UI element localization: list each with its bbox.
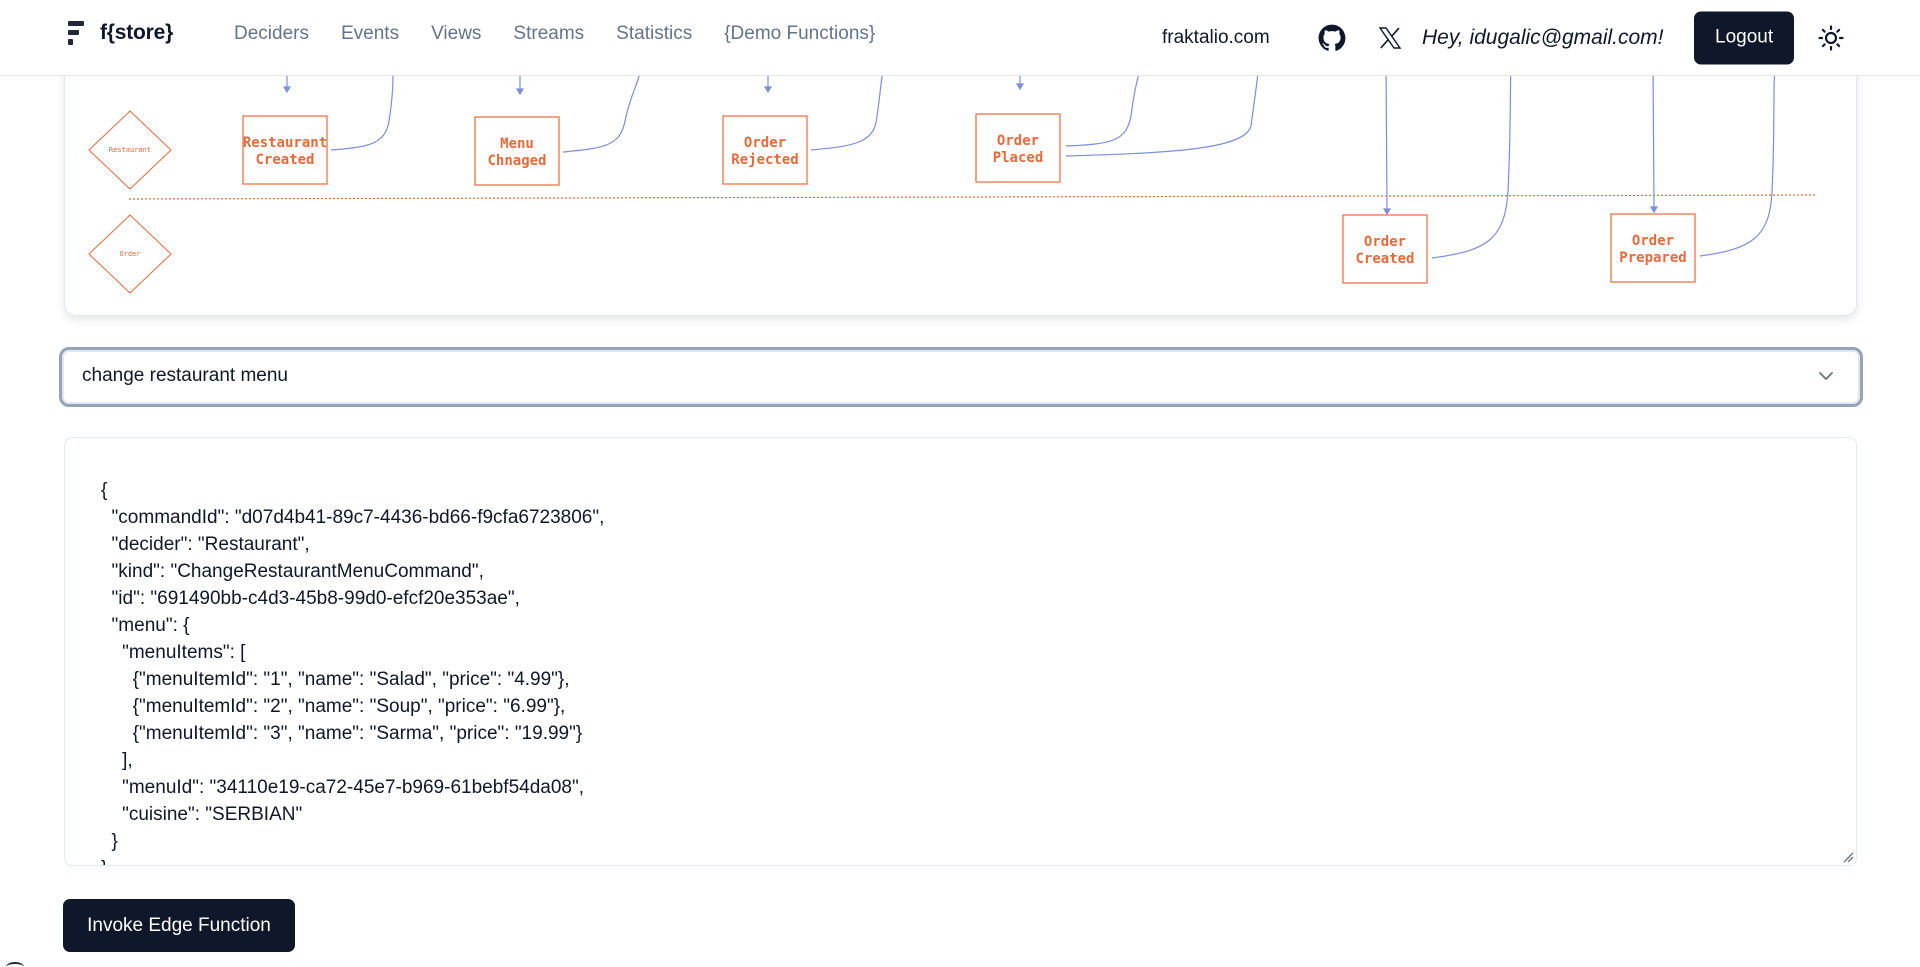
event-box: OrderPrepared <box>1610 213 1696 283</box>
lane-order: Order <box>88 214 172 294</box>
event-to-view-curve <box>330 70 394 151</box>
event-label: Prepared <box>1619 250 1686 266</box>
event-to-view-curve <box>1431 63 1512 259</box>
brand-home-link[interactable]: f{store} <box>68 20 173 46</box>
event-label: Created <box>1355 251 1414 267</box>
event-box: RestaurantCreated <box>242 115 328 185</box>
event-box: OrderPlaced <box>975 113 1061 183</box>
fraktalio-link[interactable]: fraktalio.com <box>1162 27 1270 49</box>
github-icon[interactable] <box>1318 24 1346 52</box>
event-box: OrderRejected <box>722 115 808 185</box>
event-label: Menu <box>500 136 534 152</box>
logout-button[interactable]: Logout <box>1694 11 1795 64</box>
event-label: Created <box>255 152 314 168</box>
event-to-view-curve <box>1065 65 1142 147</box>
command-json-content: { "commandId": "d07d4b41-89c7-4436-bd66-… <box>101 480 605 865</box>
event-model-diagram: Restaurant Order Restaurant Created Menu… <box>64 50 1857 316</box>
nav-statistics[interactable]: Statistics <box>616 23 692 45</box>
command-arrow <box>1385 64 1388 212</box>
event-label: Order <box>997 133 1039 149</box>
diagram-canvas: Restaurant Order RestaurantCreatedMenuCh… <box>88 51 1818 294</box>
nav-streams[interactable]: Streams <box>513 23 584 45</box>
nav-events[interactable]: Events <box>341 23 399 45</box>
user-greeting: Hey, idugalic@gmail.com! <box>1422 25 1664 49</box>
event-box: MenuChnaged <box>474 116 560 186</box>
main-nav: Deciders Events Views Streams Statistics… <box>234 0 875 68</box>
lane-label: Order <box>119 250 140 258</box>
event-label: Rejected <box>731 152 798 168</box>
command-select-value: change restaurant menu <box>82 365 288 386</box>
x-twitter-icon[interactable] <box>1378 26 1402 50</box>
event-to-view-curve <box>1699 62 1776 257</box>
chevron-down-icon <box>1819 372 1833 380</box>
event-label: Order <box>1364 234 1406 250</box>
event-box: OrderCreated <box>1342 214 1428 284</box>
nav-views[interactable]: Views <box>431 23 481 45</box>
event-label: Order <box>744 135 786 151</box>
event-label: Chnaged <box>487 153 546 169</box>
event-label: Restaurant <box>243 135 327 151</box>
command-select[interactable]: change restaurant menu <box>59 347 1863 407</box>
event-to-view-curve <box>562 71 641 153</box>
command-arrow <box>1652 63 1655 210</box>
command-json-textarea[interactable]: { "commandId": "d07d4b41-89c7-4436-bd66-… <box>64 437 1857 866</box>
top-navbar: f{store} Deciders Events Views Streams S… <box>0 0 1920 76</box>
lane-divider <box>128 194 1818 200</box>
sun-icon[interactable] <box>1818 24 1844 51</box>
partial-icon <box>6 962 24 967</box>
event-to-view-curve <box>1065 62 1260 157</box>
fstore-logo-icon <box>68 20 86 46</box>
resize-handle-icon[interactable] <box>1842 851 1854 863</box>
lane-restaurant: Restaurant <box>88 110 172 190</box>
event-label: Order <box>1632 233 1674 249</box>
nav-demo-functions[interactable]: {Demo Functions} <box>724 23 875 45</box>
brand-name: f{store} <box>100 21 174 44</box>
nav-deciders[interactable]: Deciders <box>234 23 309 45</box>
event-to-view-curve <box>810 70 884 151</box>
event-label: Placed <box>993 150 1044 166</box>
lane-label: Restaurant <box>109 146 151 154</box>
invoke-edge-function-button[interactable]: Invoke Edge Function <box>63 899 295 952</box>
